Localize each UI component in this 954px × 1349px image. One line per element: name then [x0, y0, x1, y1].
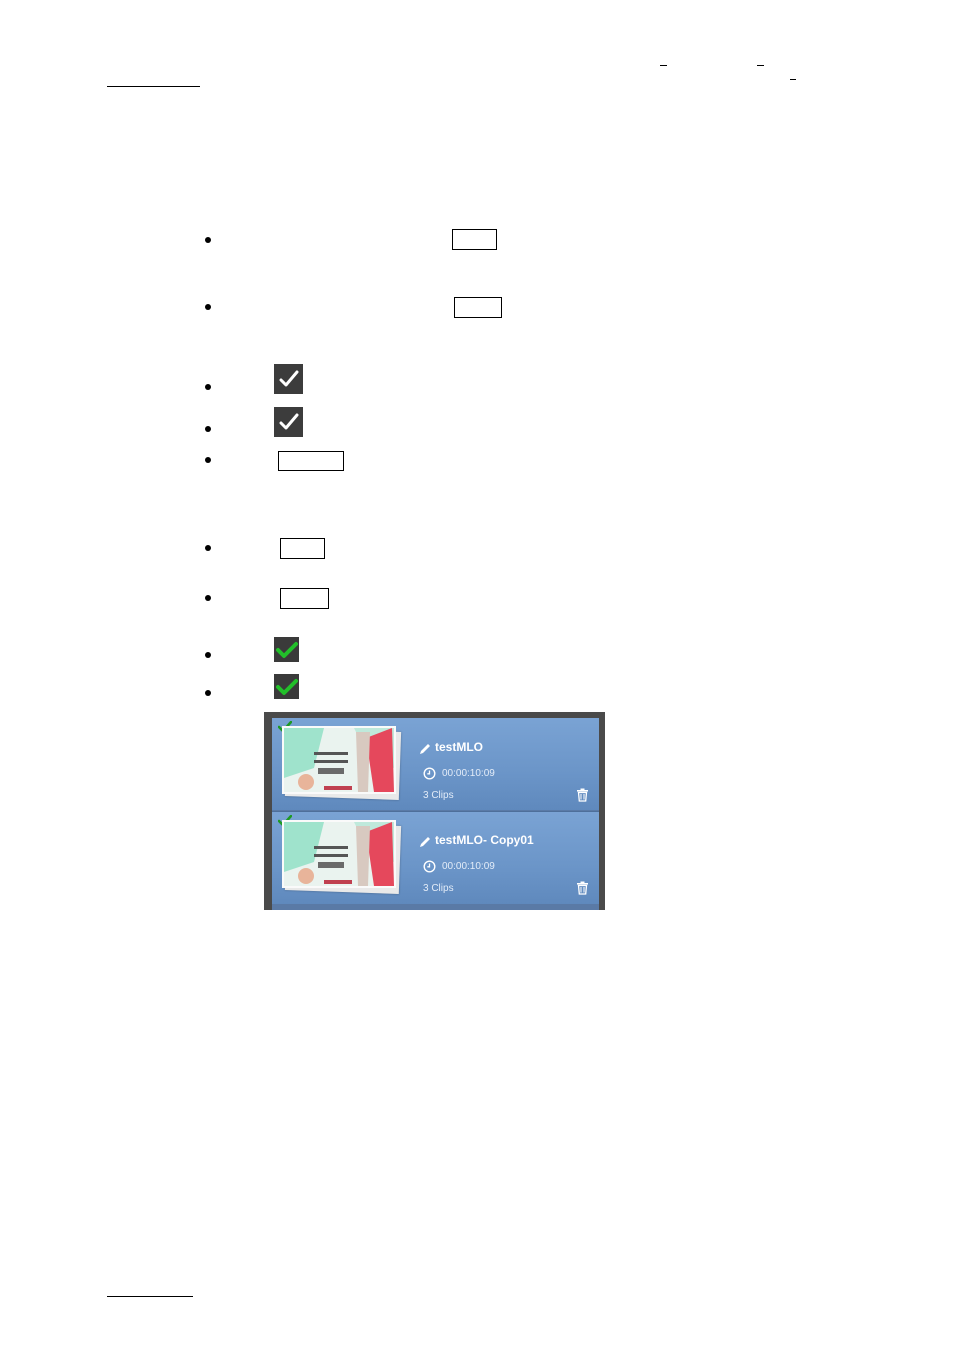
item-duration: 00:00:10:09 — [442, 768, 495, 779]
trash-icon[interactable] — [576, 788, 589, 802]
check-icon — [274, 364, 303, 394]
header-dash — [790, 79, 796, 80]
item-duration: 00:00:10:09 — [442, 861, 495, 872]
clock-icon — [423, 767, 436, 780]
trash-icon[interactable] — [576, 881, 589, 895]
list-item[interactable]: testMLO 00:00:10:09 3 Clips — [272, 718, 599, 810]
bullet — [205, 652, 211, 658]
playlist-list: testMLO 00:00:10:09 3 Clips testMLO- Cop… — [272, 718, 599, 910]
bullet — [205, 304, 211, 310]
green-check-icon — [274, 637, 299, 662]
header-dash — [660, 65, 667, 66]
bullet — [205, 545, 211, 551]
thumbnail — [282, 726, 402, 800]
item-clip-count: 3 Clips — [423, 790, 454, 801]
footer-rule — [107, 1296, 193, 1297]
pencil-icon — [420, 837, 430, 847]
pencil-icon — [420, 744, 430, 754]
key-box — [280, 588, 329, 609]
thumbnail — [282, 820, 402, 894]
green-check-icon — [274, 674, 299, 699]
key-box — [280, 538, 325, 559]
bullet — [205, 595, 211, 601]
item-title[interactable]: testMLO- Copy01 — [435, 833, 534, 847]
item-title[interactable]: testMLO — [435, 740, 483, 754]
bullet — [205, 384, 211, 390]
bullet — [205, 457, 211, 463]
bullet — [205, 690, 211, 696]
check-icon — [274, 407, 303, 437]
key-box — [454, 297, 502, 318]
bullet — [205, 237, 211, 243]
key-box — [452, 229, 497, 250]
list-item[interactable]: testMLO- Copy01 00:00:10:09 3 Clips — [272, 811, 599, 904]
header-rule — [107, 86, 200, 87]
key-box — [278, 451, 344, 471]
bullet — [205, 426, 211, 432]
playlist-screenshot: testMLO 00:00:10:09 3 Clips testMLO- Cop… — [264, 712, 605, 910]
header-dash — [757, 65, 764, 66]
clock-icon — [423, 860, 436, 873]
item-clip-count: 3 Clips — [423, 883, 454, 894]
